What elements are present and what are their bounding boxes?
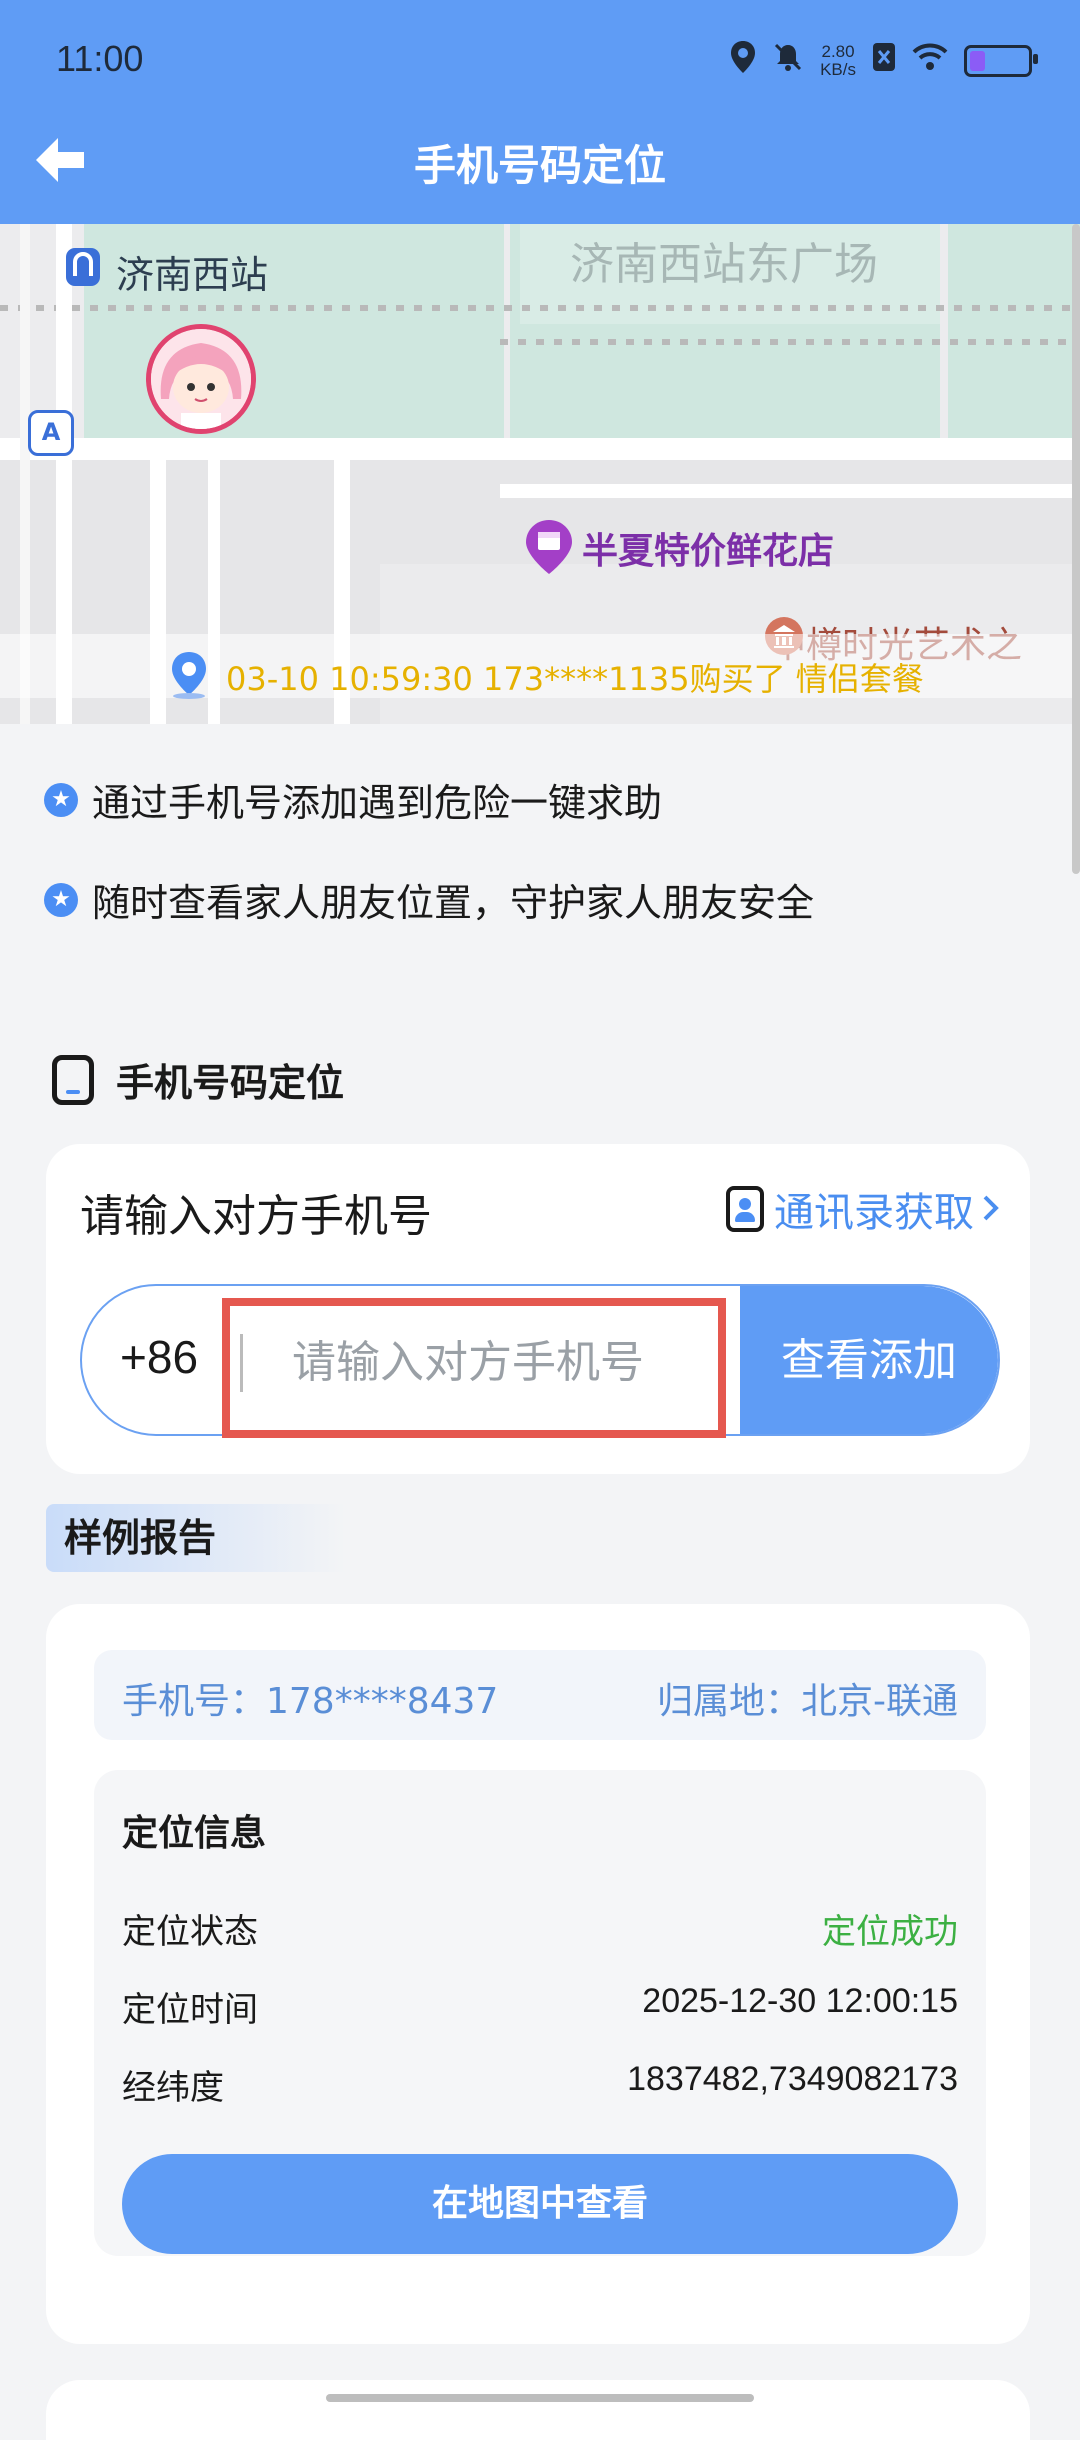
time-value: 2025-12-30 12:00:15	[642, 1982, 958, 2020]
sample-report-tag: 样例报告	[46, 1504, 346, 1572]
battery-fill	[970, 50, 985, 71]
contacts-icon	[726, 1186, 764, 1232]
star-icon: ★	[44, 882, 78, 917]
plaza-label: 济南西站东广场	[570, 239, 878, 290]
info-label: 经纬度	[122, 2068, 224, 2108]
info-label: 定位时间	[122, 1990, 258, 2030]
status-icons: 2.80 KB/s	[730, 40, 1038, 81]
user-avatar-marker[interactable]	[146, 324, 256, 434]
shop-label: 半夏特价鲜花店	[582, 531, 835, 572]
section-title: 手机号码定位	[116, 1061, 345, 1105]
page-title: 手机号码定位	[413, 141, 666, 190]
query-add-button[interactable]: 查看添加	[740, 1286, 998, 1434]
feature-item: ★ 随时查看家人朋友位置，守护家人朋友安全	[44, 872, 814, 927]
chevron-right-icon	[982, 1186, 1000, 1232]
coordinates-value: 1837482,7349082173	[627, 2060, 958, 2098]
location-pin-icon	[166, 650, 212, 700]
view-on-map-button[interactable]: 在地图中查看	[122, 2154, 958, 2254]
sample-phone-row: 手机号：178****8437 归属地：北京-联通	[94, 1650, 986, 1740]
ticker-text: 03-10 10:59:30 173****1135购买了 情侣套餐	[226, 660, 924, 698]
home-indicator[interactable]	[326, 2394, 754, 2402]
location-icon	[730, 40, 756, 81]
battery-icon	[964, 44, 1038, 77]
status-time: 11:00	[56, 38, 144, 79]
map-view[interactable]: 济南西站 济南西站东广场 A 半夏特价鲜花店 中樽时光艺术之 03-10 10:…	[0, 224, 1080, 724]
feature-item: ★ 通过手机号添加遇到危险一键求助	[44, 772, 662, 827]
star-icon: ★	[44, 782, 78, 817]
avatar-illustration	[151, 329, 251, 429]
input-label: 请输入对方手机号	[80, 1191, 432, 1242]
feature-text: 通过手机号添加遇到危险一键求助	[92, 781, 663, 825]
net-speed: 2.80 KB/s	[820, 41, 856, 79]
contacts-link[interactable]: 通讯录获取	[726, 1180, 1000, 1238]
sim-off-icon	[872, 42, 896, 79]
country-code[interactable]: +86	[120, 1330, 198, 1384]
next-card	[46, 2380, 1030, 2440]
feature-text: 随时查看家人朋友位置，守护家人朋友安全	[92, 881, 815, 925]
net-speed-value: 2.80	[821, 41, 855, 61]
info-label: 定位状态	[122, 1912, 258, 1952]
wifi-icon	[912, 43, 948, 78]
sample-region: 归属地：北京-联通	[657, 1681, 958, 1722]
marker-badge[interactable]: A	[28, 410, 74, 456]
status-value: 定位成功	[822, 1912, 958, 1952]
location-info-title: 定位信息	[122, 1813, 267, 1854]
app-header-bar: 11:00 2.80 KB/s 手机号码定位	[0, 0, 1080, 224]
metro-station-icon	[64, 246, 102, 288]
net-speed-unit: KB/s	[820, 59, 856, 79]
station-label: 济南西站	[116, 253, 269, 297]
sample-phone: 手机号：178****8437	[122, 1681, 499, 1722]
section-header: 手机号码定位	[52, 1052, 344, 1107]
mute-icon	[772, 41, 804, 80]
input-highlight-box	[222, 1298, 726, 1438]
contacts-link-text: 通讯录获取	[774, 1190, 974, 1236]
scrollbar[interactable]	[1072, 224, 1080, 874]
phone-icon	[52, 1054, 94, 1105]
shop-pin-icon[interactable]	[524, 518, 574, 576]
